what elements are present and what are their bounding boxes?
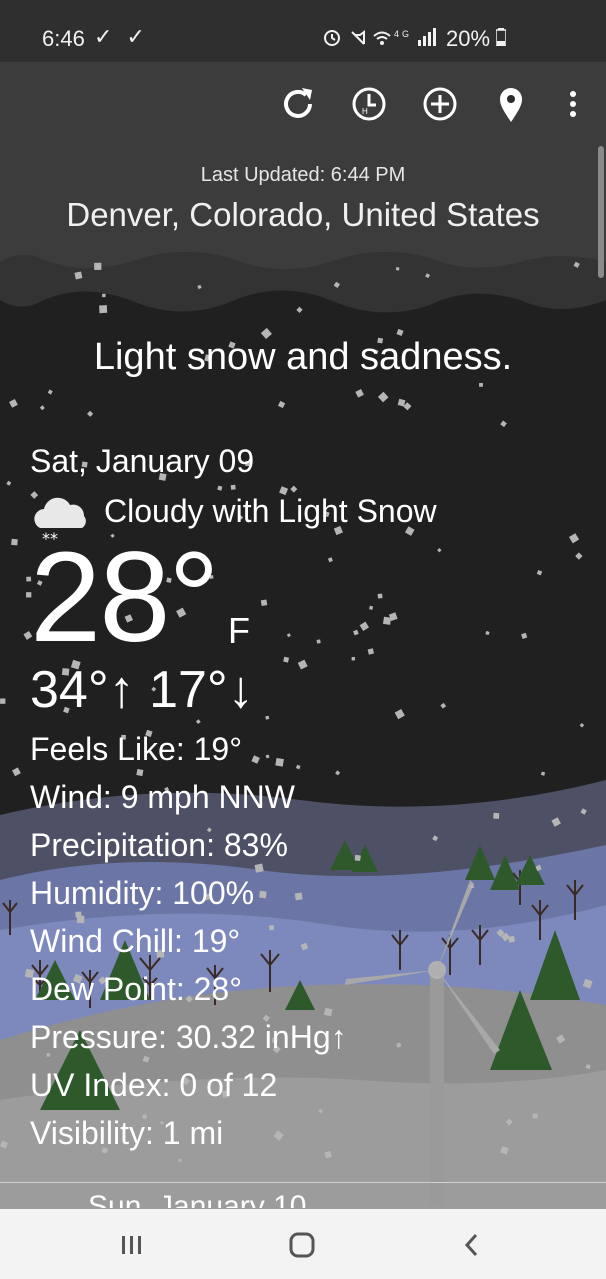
home-button[interactable]: [280, 1223, 324, 1267]
next-day-header[interactable]: Sun, January 10: [88, 1188, 306, 1208]
add-location-icon: [423, 87, 457, 121]
app-toolbar: H: [0, 62, 606, 148]
alarm-mute-wifi-signal-icons: 4G: [324, 28, 436, 46]
high-low-temperature: 34°↑ 17°↓: [30, 661, 254, 719]
snowflake: [230, 484, 236, 490]
snowflake: [74, 271, 83, 280]
wind: Wind: 9 mph NNW: [30, 779, 295, 815]
next-day-date: Sun, January 10: [88, 1190, 307, 1208]
snowflake: [0, 698, 6, 704]
battery-percent: 20%: [446, 26, 491, 51]
refresh-icon: [284, 88, 312, 118]
add-location-button[interactable]: [418, 82, 462, 126]
dew-point: Dew Point: 28°: [30, 971, 243, 1007]
snowflake: [354, 854, 361, 862]
history-clock-icon: H: [352, 87, 386, 121]
visibility: Visibility: 1 mi: [30, 1115, 224, 1151]
humidity: Humidity: 100%: [30, 875, 255, 911]
scrollbar[interactable]: [598, 146, 604, 278]
snowflake: [493, 812, 500, 819]
svg-text:H: H: [362, 107, 368, 116]
more-vert-icon: [570, 91, 576, 117]
snowflake: [382, 616, 392, 625]
weather-tagline: Light snow and sadness.: [93, 336, 513, 378]
home-icon: [289, 1232, 315, 1258]
snowflake: [94, 262, 102, 271]
hourly-history-button[interactable]: H: [347, 82, 391, 126]
snowflake: [99, 305, 108, 314]
snowflake: [377, 593, 383, 599]
pressure: Pressure: 30.32 inHg↑: [30, 1019, 347, 1055]
forecast-date: Sat, January 09: [30, 443, 255, 479]
battery-indicator: 20%: [446, 26, 507, 52]
status-time: 6:46: [42, 26, 85, 51]
snowflake: [260, 599, 268, 607]
uv-index: UV Index: 0 of 12: [30, 1067, 278, 1103]
snowflake: [369, 605, 374, 610]
navigation-bar: [0, 1209, 606, 1279]
notification-check-icons: ✓ ✓: [94, 24, 149, 49]
back-icon: [464, 1233, 478, 1257]
recent-apps-icon: [122, 1236, 141, 1254]
snowflake: [11, 538, 18, 546]
current-temperature: 28°: [30, 526, 220, 669]
precipitation: Precipitation: 83%: [30, 827, 288, 863]
wind-chill: Wind Chill: 19°: [30, 923, 241, 959]
refresh-button[interactable]: [276, 82, 320, 126]
svg-text:4G: 4G: [394, 29, 412, 39]
condition-text: Cloudy with Light Snow: [104, 493, 437, 529]
status-bar: 6:46 ✓ ✓ 4G 20%: [0, 0, 606, 62]
current-location-button[interactable]: [489, 82, 533, 126]
snowflake: [351, 657, 356, 661]
back-button[interactable]: [450, 1223, 494, 1267]
battery-icon: [495, 28, 507, 47]
weather-details-list: Feels Like: 19° Wind: 9 mph NNW Precipit…: [30, 729, 347, 1161]
more-options-button[interactable]: [551, 82, 595, 126]
last-updated-text: Last Updated: 6:44 PM: [200, 164, 406, 186]
snowflake: [265, 715, 270, 720]
feels-like: Feels Like: 19°: [30, 731, 243, 767]
location-title[interactable]: Denver, Colorado, United States: [0, 196, 606, 234]
temperature-unit: F: [228, 610, 250, 651]
location-pin-icon: [500, 88, 522, 122]
section-divider: [0, 1182, 606, 1183]
snowflake: [479, 383, 483, 387]
recent-apps-button[interactable]: [110, 1223, 154, 1267]
snowflake: [102, 293, 106, 298]
snowflake: [532, 1113, 538, 1119]
snowflake: [316, 639, 321, 644]
system-status-icons: 4G: [322, 26, 440, 53]
